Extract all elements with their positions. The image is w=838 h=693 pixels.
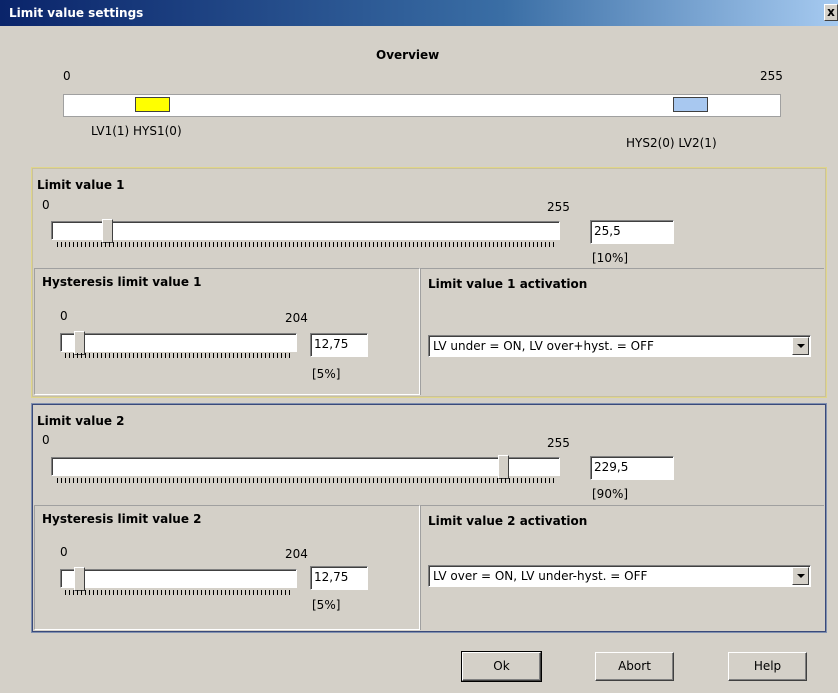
activation-2-selected: LV over = ON, LV under-hyst. = OFF <box>433 569 648 583</box>
lv1-slider-track[interactable] <box>51 221 560 240</box>
hys1-value-field[interactable]: 12,75 <box>310 333 368 357</box>
hys2-slider-thumb[interactable] <box>74 567 86 591</box>
hys2-min-label: 0 <box>60 545 68 559</box>
overview-max-label: 255 <box>760 69 783 83</box>
activation-1-dropdown[interactable]: LV under = ON, LV over+hyst. = OFF <box>428 335 811 357</box>
overview-min-label: 0 <box>63 69 71 83</box>
overview-left-marker-label: LV1(1) HYS1(0) <box>91 124 182 138</box>
activation-2-dropdown[interactable]: LV over = ON, LV under-hyst. = OFF <box>428 565 811 587</box>
hys2-percent: [5%] <box>312 598 341 612</box>
lv1-slider-ticks <box>57 242 554 247</box>
lv1-min-label: 0 <box>42 198 50 212</box>
lv1-slider-thumb[interactable] <box>101 219 113 243</box>
hys2-value-field[interactable]: 12,75 <box>310 566 368 590</box>
help-button[interactable]: Help <box>728 652 807 681</box>
overview-right-marker-label: HYS2(0) LV2(1) <box>626 136 717 150</box>
overview-bar <box>63 94 781 117</box>
lv1-value-field[interactable]: 25,5 <box>590 220 674 244</box>
lv2-slider-thumb[interactable] <box>498 455 510 479</box>
close-button[interactable]: x <box>824 4 838 21</box>
lv2-percent: [90%] <box>592 487 629 501</box>
chevron-down-icon[interactable] <box>792 337 809 355</box>
hys2-max-label: 204 <box>285 547 308 561</box>
hys1-min-label: 0 <box>60 309 68 323</box>
lv2-value-field[interactable]: 229,5 <box>590 456 674 480</box>
hys1-slider-track[interactable] <box>60 333 297 352</box>
hys1-max-label: 204 <box>285 311 308 325</box>
limit-value-1-heading: Limit value 1 <box>37 178 125 192</box>
activation-1-selected: LV under = ON, LV over+hyst. = OFF <box>433 339 654 353</box>
hys1-slider-ticks <box>65 353 291 358</box>
lv2-marker <box>673 97 708 112</box>
lv2-max-label: 255 <box>547 436 570 450</box>
limit-value-2-heading: Limit value 2 <box>37 414 125 428</box>
hysteresis-1-heading: Hysteresis limit value 1 <box>42 275 202 289</box>
hysteresis-2-heading: Hysteresis limit value 2 <box>42 512 202 526</box>
lv2-slider-ticks <box>57 478 554 483</box>
lv1-marker <box>135 97 170 112</box>
lv2-min-label: 0 <box>42 433 50 447</box>
chevron-down-icon[interactable] <box>792 567 809 585</box>
hys1-percent: [5%] <box>312 367 341 381</box>
hys2-slider-track[interactable] <box>60 569 297 588</box>
hys1-slider-thumb[interactable] <box>74 331 86 355</box>
title-bar: Limit value settings x <box>0 0 838 26</box>
overview-heading: Overview <box>376 48 440 62</box>
lv1-percent: [10%] <box>592 251 629 265</box>
abort-button[interactable]: Abort <box>595 652 674 681</box>
window-title: Limit value settings <box>9 6 144 20</box>
activation-1-heading: Limit value 1 activation <box>428 277 588 291</box>
ok-button[interactable]: Ok <box>461 651 542 682</box>
hys2-slider-ticks <box>65 590 291 595</box>
lv1-max-label: 255 <box>547 200 570 214</box>
activation-2-heading: Limit value 2 activation <box>428 514 588 528</box>
lv2-slider-track[interactable] <box>51 457 560 476</box>
